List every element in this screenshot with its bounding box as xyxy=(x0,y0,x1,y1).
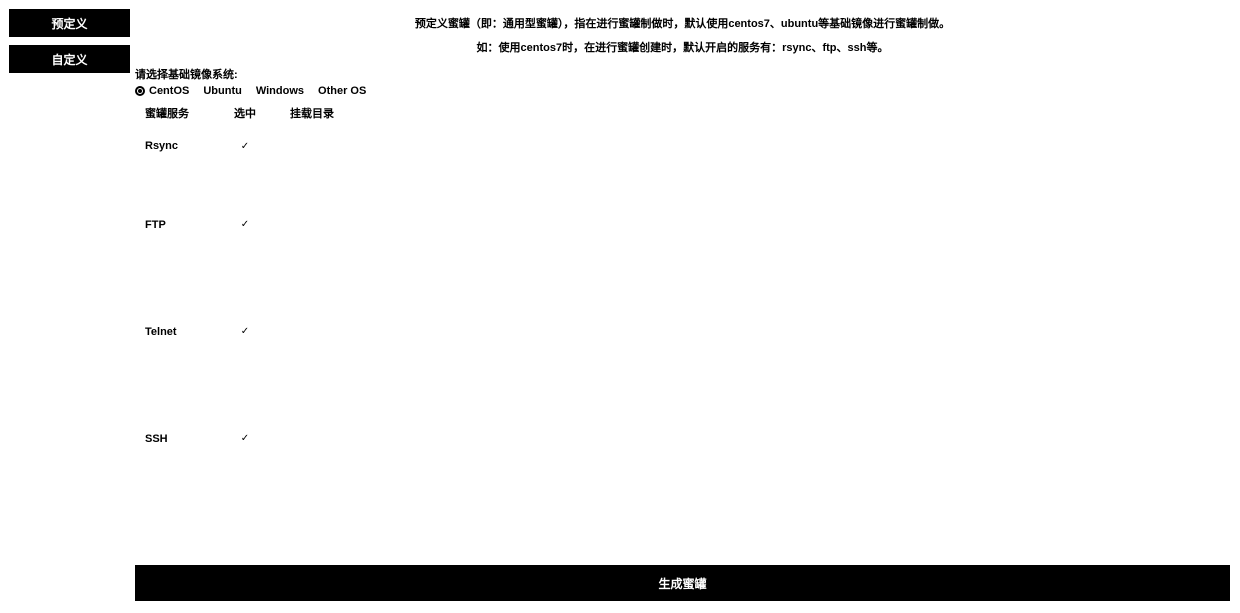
os-option-windows[interactable]: Windows xyxy=(256,85,304,97)
service-name: Telnet xyxy=(145,326,200,338)
table-row: Telnet ✓ xyxy=(135,278,1230,385)
service-checkbox[interactable]: ✓ xyxy=(230,141,260,152)
table-header: 蜜罐服务 选中 挂载目录 xyxy=(135,105,1230,121)
os-option-label: Ubuntu xyxy=(203,85,241,97)
info-line-1: 预定义蜜罐（即：通用型蜜罐），指在进行蜜罐制做时，默认使用centos7、ubu… xyxy=(135,12,1230,36)
service-name: FTP xyxy=(145,219,200,231)
os-option-centos[interactable]: CentOS xyxy=(135,85,189,97)
table-row: SSH ✓ xyxy=(135,385,1230,492)
os-option-label: Other OS xyxy=(318,85,366,97)
service-checkbox[interactable]: ✓ xyxy=(230,326,260,337)
os-option-label: Windows xyxy=(256,85,304,97)
custom-button[interactable]: 自定义 xyxy=(9,45,130,73)
th-selected: 选中 xyxy=(230,105,260,121)
service-checkbox[interactable]: ✓ xyxy=(230,219,260,230)
os-option-other[interactable]: Other OS xyxy=(318,85,366,97)
service-name: SSH xyxy=(145,433,200,445)
os-option-ubuntu[interactable]: Ubuntu xyxy=(203,85,241,97)
radio-icon xyxy=(135,86,145,96)
os-option-label: CentOS xyxy=(149,85,189,97)
os-select-label: 请选择基础镜像系统: xyxy=(135,66,1230,82)
info-line-2: 如：使用centos7时，在进行蜜罐创建时，默认开启的服务有：rsync、ftp… xyxy=(135,36,1230,60)
service-checkbox[interactable]: ✓ xyxy=(230,433,260,444)
th-mount-dir: 挂载目录 xyxy=(290,105,345,121)
service-name: Rsync xyxy=(145,140,200,152)
generate-button[interactable]: 生成蜜罐 xyxy=(135,565,1230,601)
table-row: Rsync ✓ xyxy=(135,121,1230,171)
info-block: 预定义蜜罐（即：通用型蜜罐），指在进行蜜罐制做时，默认使用centos7、ubu… xyxy=(135,12,1230,60)
th-service-name: 蜜罐服务 xyxy=(145,105,200,121)
main-area: 预定义蜜罐（即：通用型蜜罐），指在进行蜜罐制做时，默认使用centos7、ubu… xyxy=(135,12,1230,492)
sidebar: 预定义 自定义 xyxy=(9,9,130,81)
os-options-row: CentOS Ubuntu Windows Other OS xyxy=(135,85,1230,97)
services-table: 蜜罐服务 选中 挂载目录 Rsync ✓ FTP ✓ Telnet ✓ SSH … xyxy=(135,105,1230,492)
table-row: FTP ✓ xyxy=(135,171,1230,278)
predefined-button[interactable]: 预定义 xyxy=(9,9,130,37)
